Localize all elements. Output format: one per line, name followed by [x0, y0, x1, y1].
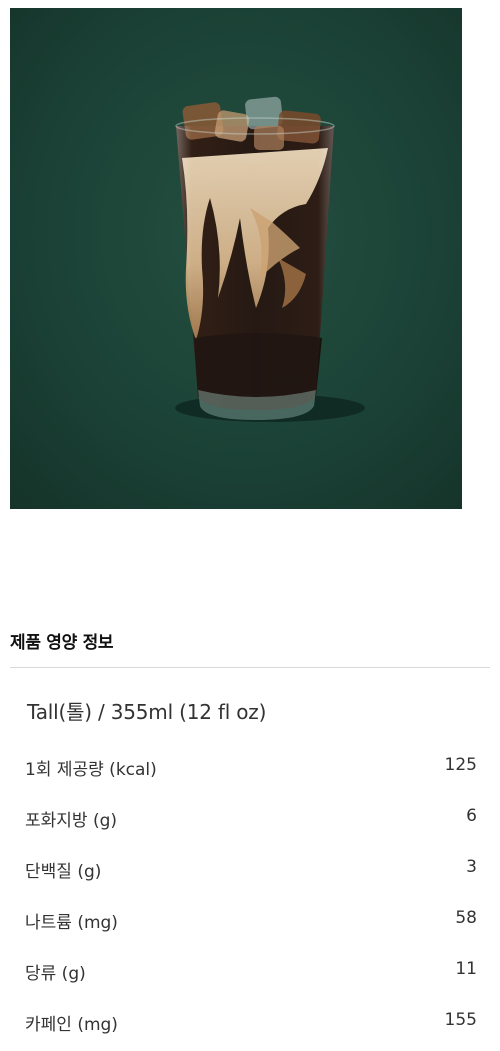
nutrition-row-saturated-fat: 포화지방 (g) 6 — [25, 796, 477, 847]
product-image — [10, 8, 462, 509]
iced-coffee-illustration — [10, 8, 462, 509]
nutrition-row-calories: 1회 제공량 (kcal) 125 — [25, 745, 477, 796]
nutrition-value: 3 — [466, 857, 477, 877]
nutrition-label: 카페인 (mg) — [25, 1015, 118, 1035]
nutrition-label: 포화지방 (g) — [25, 811, 118, 831]
nutrition-row-sugar: 당류 (g) 11 — [25, 949, 477, 1000]
section-divider — [10, 667, 490, 668]
nutrition-label: 당류 (g) — [25, 964, 86, 984]
size-info: Tall(톨) / 355ml (12 fl oz) — [27, 700, 267, 724]
nutrition-list: 1회 제공량 (kcal) 125 포화지방 (g) 6 단백질 (g) 3 나… — [25, 745, 477, 1051]
nutrition-row-caffeine: 카페인 (mg) 155 — [25, 1000, 477, 1051]
nutrition-value: 6 — [466, 806, 477, 826]
nutrition-value: 11 — [455, 959, 477, 979]
nutrition-row-protein: 단백질 (g) 3 — [25, 847, 477, 898]
nutrition-row-sodium: 나트륨 (mg) 58 — [25, 898, 477, 949]
nutrition-label: 단백질 (g) — [25, 862, 102, 882]
nutrition-label: 1회 제공량 (kcal) — [25, 760, 157, 780]
nutrition-value: 125 — [444, 755, 477, 775]
nutrition-value: 155 — [444, 1010, 477, 1030]
nutrition-value: 58 — [455, 908, 477, 928]
nutrition-label: 나트륨 (mg) — [25, 913, 118, 933]
nutrition-title: 제품 영양 정보 — [10, 633, 114, 653]
